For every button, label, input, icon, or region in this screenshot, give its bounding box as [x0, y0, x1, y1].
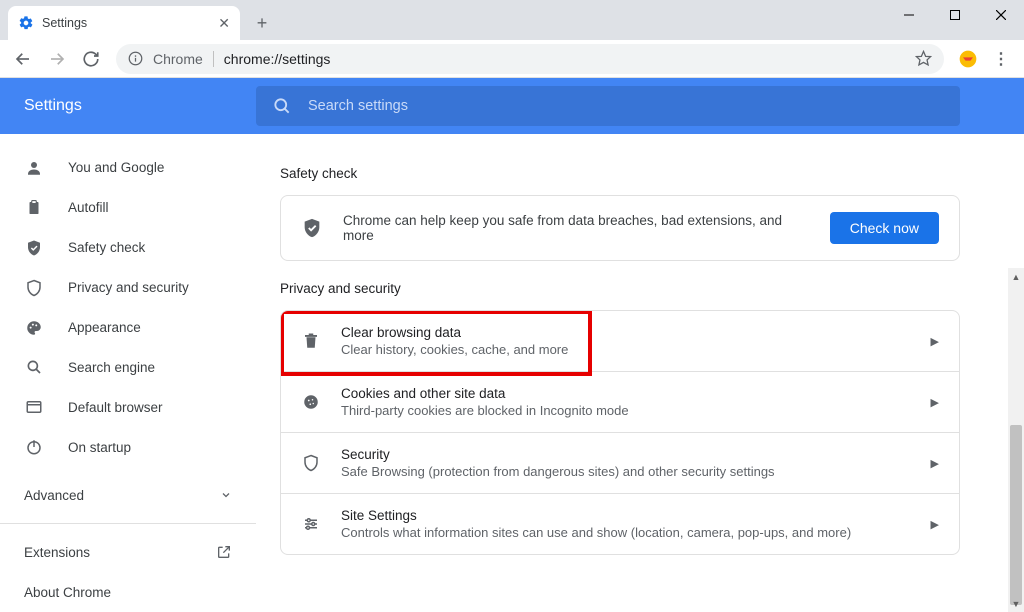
- minimize-button[interactable]: [886, 0, 932, 30]
- settings-header: Settings: [0, 78, 1024, 134]
- sidebar-item-label: Search engine: [68, 360, 155, 375]
- gear-icon: [18, 15, 34, 31]
- row-title: Site Settings: [341, 508, 911, 523]
- safety-check-text: Chrome can help keep you safe from data …: [343, 213, 810, 243]
- page-title: Settings: [0, 97, 256, 115]
- row-desc: Safe Browsing (protection from dangerous…: [341, 464, 911, 479]
- row-desc: Third-party cookies are blocked in Incog…: [341, 403, 911, 418]
- reload-button[interactable]: [76, 44, 106, 74]
- search-input[interactable]: [308, 98, 944, 114]
- check-now-button[interactable]: Check now: [830, 212, 939, 244]
- chevron-right-icon: ▶: [931, 396, 939, 409]
- url-text[interactable]: chrome://settings: [224, 51, 905, 67]
- shield-check-icon: [24, 238, 44, 258]
- scroll-up-button[interactable]: ▲: [1008, 268, 1024, 285]
- section-title-privacy: Privacy and security: [280, 281, 960, 296]
- sidebar-item-label: You and Google: [68, 160, 164, 175]
- maximize-button[interactable]: [932, 0, 978, 30]
- row-cookies[interactable]: Cookies and other site data Third-party …: [281, 371, 959, 432]
- open-external-icon: [216, 544, 232, 560]
- row-site-settings[interactable]: Site Settings Controls what information …: [281, 493, 959, 554]
- sidebar-item-default-browser[interactable]: Default browser: [0, 387, 256, 427]
- scrollbar-vertical[interactable]: ▲ ▼: [1008, 268, 1024, 612]
- close-window-button[interactable]: [978, 0, 1024, 30]
- browser-menu-button[interactable]: ⋮: [986, 44, 1016, 74]
- sidebar-item-on-startup[interactable]: On startup: [0, 427, 256, 467]
- clipboard-icon: [24, 198, 44, 218]
- shield-check-icon: [301, 217, 323, 239]
- sidebar-item-label: On startup: [68, 440, 131, 455]
- privacy-list: Clear browsing data Clear history, cooki…: [280, 310, 960, 555]
- scrollbar-track[interactable]: [1008, 285, 1024, 595]
- trash-icon: [301, 332, 321, 350]
- chrome-label: Chrome: [153, 51, 203, 67]
- window-controls: [886, 0, 1024, 30]
- bookmark-star-icon[interactable]: [915, 50, 932, 67]
- settings-content: Safety check Chrome can help keep you sa…: [256, 134, 1024, 612]
- power-icon: [24, 437, 44, 457]
- close-icon[interactable]: ✕: [218, 15, 230, 32]
- scrollbar-thumb[interactable]: [1010, 425, 1022, 605]
- sidebar-item-label: Autofill: [68, 200, 109, 215]
- chevron-down-icon: [220, 489, 232, 501]
- search-icon: [24, 357, 44, 377]
- address-bar[interactable]: Chrome chrome://settings: [116, 44, 944, 74]
- shield-icon: [301, 454, 321, 472]
- section-title-safety: Safety check: [280, 166, 960, 181]
- sidebar-item-label: Safety check: [68, 240, 145, 255]
- sidebar-item-search-engine[interactable]: Search engine: [0, 348, 256, 388]
- toolbar: Chrome chrome://settings ⋮: [0, 40, 1024, 78]
- titlebar: Settings ✕ +: [0, 0, 1024, 40]
- browser-icon: [24, 397, 44, 417]
- sidebar-item-label: Default browser: [68, 400, 163, 415]
- cookie-icon: [301, 393, 321, 411]
- sidebar-item-privacy-security[interactable]: Privacy and security: [0, 268, 256, 308]
- chevron-right-icon: ▶: [931, 335, 939, 348]
- safety-check-card: Chrome can help keep you safe from data …: [280, 195, 960, 261]
- person-icon: [24, 158, 44, 178]
- search-icon: [272, 96, 292, 116]
- tune-icon: [301, 515, 321, 533]
- row-security[interactable]: Security Safe Browsing (protection from …: [281, 432, 959, 493]
- shield-icon: [24, 278, 44, 298]
- sidebar-item-label: Appearance: [68, 320, 141, 335]
- extension-icon[interactable]: [954, 45, 982, 73]
- divider: [213, 51, 214, 67]
- back-button[interactable]: [8, 44, 38, 74]
- sidebar-item-you-and-google[interactable]: You and Google: [0, 148, 256, 188]
- sidebar-item-label: Privacy and security: [68, 280, 189, 295]
- browser-tab[interactable]: Settings ✕: [8, 6, 240, 40]
- row-desc: Controls what information sites can use …: [341, 525, 911, 540]
- row-clear-browsing-data[interactable]: Clear browsing data Clear history, cooki…: [281, 311, 959, 371]
- row-title: Security: [341, 447, 911, 462]
- scroll-down-button[interactable]: ▼: [1008, 595, 1024, 612]
- chevron-right-icon: ▶: [931, 518, 939, 531]
- row-title: Clear browsing data: [341, 325, 911, 340]
- divider: [0, 523, 256, 524]
- sidebar: You and Google Autofill Safety check Pri…: [0, 134, 256, 612]
- site-info-icon[interactable]: [128, 51, 143, 66]
- sidebar-advanced-toggle[interactable]: Advanced: [0, 475, 256, 515]
- sidebar-item-safety-check[interactable]: Safety check: [0, 228, 256, 268]
- forward-button[interactable]: [42, 44, 72, 74]
- row-title: Cookies and other site data: [341, 386, 911, 401]
- new-tab-button[interactable]: +: [248, 9, 276, 37]
- sidebar-item-appearance[interactable]: Appearance: [0, 308, 256, 348]
- sidebar-extensions-link[interactable]: Extensions: [0, 532, 256, 572]
- tab-title: Settings: [42, 16, 218, 30]
- chevron-right-icon: ▶: [931, 457, 939, 470]
- sidebar-item-autofill[interactable]: Autofill: [0, 188, 256, 228]
- row-desc: Clear history, cookies, cache, and more: [341, 342, 911, 357]
- search-settings-box[interactable]: [256, 86, 960, 126]
- sidebar-about-link[interactable]: About Chrome: [0, 572, 256, 612]
- palette-icon: [24, 318, 44, 338]
